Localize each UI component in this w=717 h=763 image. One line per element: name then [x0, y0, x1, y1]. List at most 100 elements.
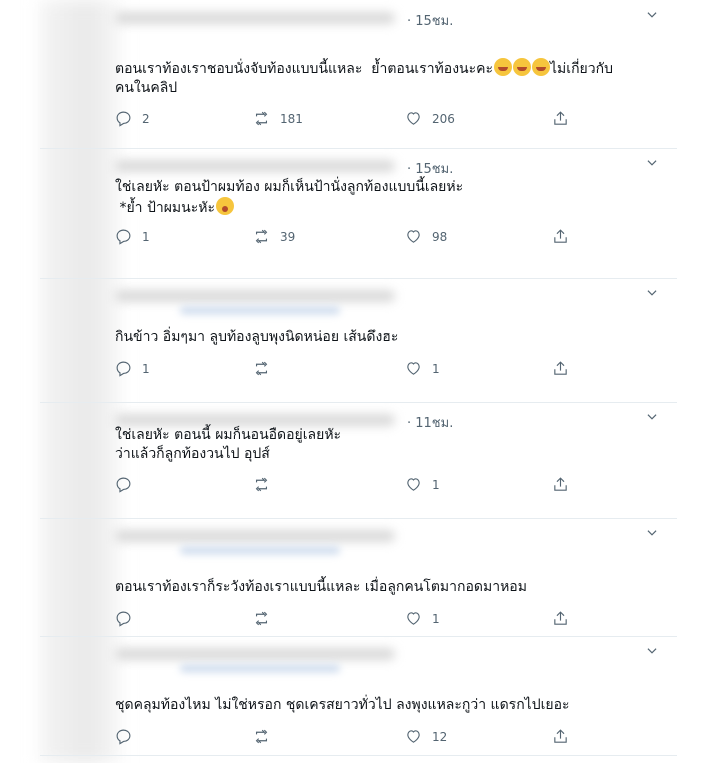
like-count: 206 — [432, 111, 455, 126]
tweet-text: ตอนเราท้องเราชอบนั่งจับท้องแบบนี้แหละ ย้… — [115, 58, 675, 98]
retweet-icon — [255, 611, 268, 626]
tweet-5[interactable]: ตอนเราท้องเราก็ระวังท้องเราแบบนี้แหละ เม… — [40, 518, 677, 637]
blurred-author-name — [115, 414, 395, 426]
like-count: 1 — [432, 477, 440, 492]
like-button[interactable]: 1 — [405, 476, 440, 493]
retweet-icon — [255, 729, 268, 744]
tweet-text: ใช่เลยหัะ ตอนนี้ ผมก็นอนอืดอยู่เลยหัะ ว่… — [115, 427, 342, 462]
chevron-down-icon[interactable] — [645, 8, 659, 22]
tweet-text-part1: ใช่เลยหัะ ตอนป้าผมท้อง ผมก็เห็นป้านั่งลู… — [115, 179, 464, 216]
heart-icon — [407, 230, 420, 243]
chevron-down-icon[interactable] — [645, 644, 659, 658]
chevron-down-icon[interactable] — [645, 410, 659, 424]
heart-icon — [407, 478, 420, 491]
blurred-author-name — [115, 290, 395, 302]
heart-icon — [407, 730, 420, 743]
retweet-count: 39 — [280, 229, 296, 244]
bottom-divider — [40, 755, 677, 756]
reply-button[interactable]: 1 — [115, 360, 150, 377]
retweet-icon — [255, 477, 268, 492]
retweet-icon — [255, 229, 268, 244]
blurred-author-name — [115, 12, 395, 24]
tweet-text: กินข้าว อิ่มๆมา ลูบท้องลูบพุงนิดหน่อย เส… — [115, 329, 399, 345]
laughing-emoji-icon — [532, 58, 551, 76]
heart-icon — [407, 362, 420, 375]
tweet-2[interactable]: · 15ชม. ใช่เลยหัะ ตอนป้าผมท้อง ผมก็เห็นป… — [40, 148, 677, 279]
like-count: 98 — [432, 229, 448, 244]
reply-icon — [116, 111, 131, 127]
blurred-reply-to — [180, 307, 340, 314]
tweet-actions: 1 — [115, 610, 635, 630]
reply-icon — [116, 729, 131, 745]
reply-count: 1 — [142, 361, 150, 376]
reply-button[interactable]: 1 — [115, 228, 150, 245]
tweet-4[interactable]: · 11ชม. ใช่เลยหัะ ตอนนี้ ผมก็นอนอืดอยู่เ… — [40, 402, 677, 519]
retweet-button[interactable]: 181 — [253, 110, 303, 127]
reply-button[interactable] — [115, 610, 142, 627]
tweet-actions: 1 — [115, 476, 635, 496]
retweet-icon — [255, 111, 268, 126]
tweet-1[interactable]: · 15ชม. ตอนเราท้องเราชอบนั่งจับท้องแบบนี… — [40, 0, 677, 149]
tweet-text: ตอนเราท้องเราก็ระวังท้องเราแบบนี้แหละ เม… — [115, 579, 527, 595]
heart-icon — [407, 612, 420, 625]
reply-icon — [116, 611, 131, 627]
reply-button[interactable] — [115, 476, 142, 493]
share-icon — [554, 611, 567, 625]
reply-count: 2 — [142, 111, 150, 126]
tweet-text-part1: ตอนเราท้องเราชอบนั่งจับท้องแบบนี้แหละ ย้… — [115, 61, 494, 77]
heart-icon — [407, 112, 420, 125]
tweet-text: ใช่เลยหัะ ตอนป้าผมท้อง ผมก็เห็นป้านั่งลู… — [115, 178, 675, 218]
chevron-down-icon[interactable] — [645, 286, 659, 300]
share-button[interactable] — [552, 728, 569, 745]
share-button[interactable] — [552, 228, 569, 245]
share-button[interactable] — [552, 110, 569, 127]
blurred-author-name — [115, 160, 395, 172]
share-button[interactable] — [552, 360, 569, 377]
share-icon — [554, 111, 567, 125]
retweet-count: 181 — [280, 111, 303, 126]
tweet-actions: 2 181 206 — [115, 110, 635, 130]
like-button[interactable]: 1 — [405, 610, 440, 627]
tweet-6[interactable]: ชุดคลุมท้องไหม ไม่ใช่หรอก ชุดเครสยาวทั่ว… — [40, 636, 677, 755]
blurred-author-name — [115, 648, 395, 660]
tweet-3[interactable]: กินข้าว อิ่มๆมา ลูบท้องลูบพุงนิดหน่อย เส… — [40, 278, 677, 403]
reply-button[interactable]: 2 — [115, 110, 150, 127]
like-button[interactable]: 206 — [405, 110, 455, 127]
blurred-reply-to — [180, 547, 340, 554]
reply-count: 1 — [142, 229, 150, 244]
reply-icon — [116, 229, 131, 245]
reply-icon — [116, 361, 131, 377]
tweet-actions: 12 — [115, 728, 635, 748]
retweet-button[interactable]: 39 — [253, 228, 295, 245]
share-button[interactable] — [552, 476, 569, 493]
retweet-button[interactable] — [253, 728, 280, 745]
like-button[interactable]: 12 — [405, 728, 447, 745]
surprised-emoji-icon — [216, 197, 234, 215]
retweet-button[interactable] — [253, 610, 280, 627]
like-count: 12 — [432, 729, 448, 744]
share-icon — [554, 229, 567, 243]
like-count: 1 — [432, 361, 440, 376]
retweet-button[interactable] — [253, 476, 280, 493]
laughing-emoji-icon — [513, 58, 532, 76]
like-button[interactable]: 98 — [405, 228, 447, 245]
retweet-button[interactable] — [253, 360, 280, 377]
like-count: 1 — [432, 611, 440, 626]
tweet-actions: 1 39 98 — [115, 228, 635, 248]
retweet-icon — [255, 361, 268, 376]
tweet-text: ชุดคลุมท้องไหม ไม่ใช่หรอก ชุดเครสยาวทั่ว… — [115, 697, 570, 713]
reply-button[interactable] — [115, 728, 142, 745]
share-icon — [554, 729, 567, 743]
blurred-reply-to — [180, 665, 340, 672]
share-icon — [554, 361, 567, 375]
chevron-down-icon[interactable] — [645, 156, 659, 170]
like-button[interactable]: 1 — [405, 360, 440, 377]
laughing-emoji-icon — [494, 58, 513, 76]
share-icon — [554, 477, 567, 491]
chevron-down-icon[interactable] — [645, 526, 659, 540]
reply-icon — [116, 477, 131, 493]
share-button[interactable] — [552, 610, 569, 627]
tweet-time[interactable]: · 15ชม. — [407, 158, 453, 179]
tweet-actions: 1 1 — [115, 360, 635, 380]
tweet-time[interactable]: · 15ชม. — [407, 10, 453, 31]
